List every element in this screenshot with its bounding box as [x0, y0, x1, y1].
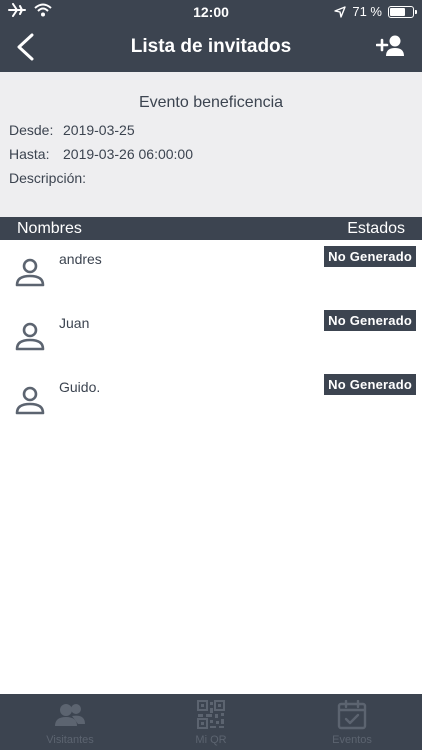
guest-row[interactable]: Guido. No Generado	[0, 368, 422, 432]
guest-status-badge: No Generado	[324, 374, 416, 395]
qr-code-icon	[197, 700, 225, 729]
tab-visitantes-label: Visitantes	[46, 734, 94, 746]
descripcion-label: Descripción:	[9, 170, 87, 186]
person-icon	[15, 386, 45, 415]
hasta-row: Hasta: 2019-03-26 06:00:00	[9, 146, 193, 162]
page-title: Lista de invitados	[130, 36, 292, 57]
status-bar: 12:00 71 %	[0, 0, 422, 24]
add-user-icon[interactable]	[376, 34, 406, 58]
bottom-tab-bar: Visitantes Mi QR Eventos	[0, 694, 422, 750]
visitors-icon	[55, 704, 85, 726]
app-header: 12:00 71 % Lista de invitados	[0, 0, 422, 72]
person-icon	[15, 322, 45, 351]
column-status-header: Estados	[347, 220, 405, 237]
event-name: Evento beneficencia	[138, 94, 284, 111]
desde-value: 2019-03-25	[63, 122, 135, 138]
calendar-check-icon	[337, 700, 367, 730]
tab-mi-qr-label: Mi QR	[195, 734, 227, 746]
desde-row: Desde: 2019-03-25	[9, 122, 135, 138]
guest-list-header: Nombres Estados	[0, 217, 422, 240]
guest-name: Juan	[59, 315, 90, 331]
battery-icon	[388, 5, 417, 18]
guest-row[interactable]: Juan No Generado	[0, 304, 422, 368]
location-arrow-icon	[334, 5, 347, 18]
hasta-label: Hasta:	[9, 146, 50, 162]
desde-label: Desde:	[9, 122, 54, 138]
guest-name: andres	[59, 251, 102, 267]
column-names-header: Nombres	[17, 220, 82, 237]
hasta-value: 2019-03-26 06:00:00	[63, 146, 193, 162]
tab-visitantes[interactable]: Visitantes	[0, 694, 140, 750]
tab-eventos-label: Eventos	[332, 734, 372, 746]
guest-status-badge: No Generado	[324, 310, 416, 331]
descripcion-row: Descripción:	[9, 170, 92, 186]
guest-status-badge: No Generado	[324, 246, 416, 267]
guest-row[interactable]: andres No Generado	[0, 240, 422, 304]
tab-mi-qr[interactable]: Mi QR	[141, 694, 281, 750]
battery-percent: 71 %	[352, 4, 382, 19]
person-icon	[15, 258, 45, 287]
battery-level-fill	[390, 7, 405, 16]
status-right: 71 %	[334, 4, 417, 19]
guest-name: Guido.	[59, 379, 101, 395]
event-info-panel: Evento beneficencia Desde: 2019-03-25 Ha…	[0, 72, 422, 217]
tab-eventos[interactable]: Eventos	[282, 694, 422, 750]
